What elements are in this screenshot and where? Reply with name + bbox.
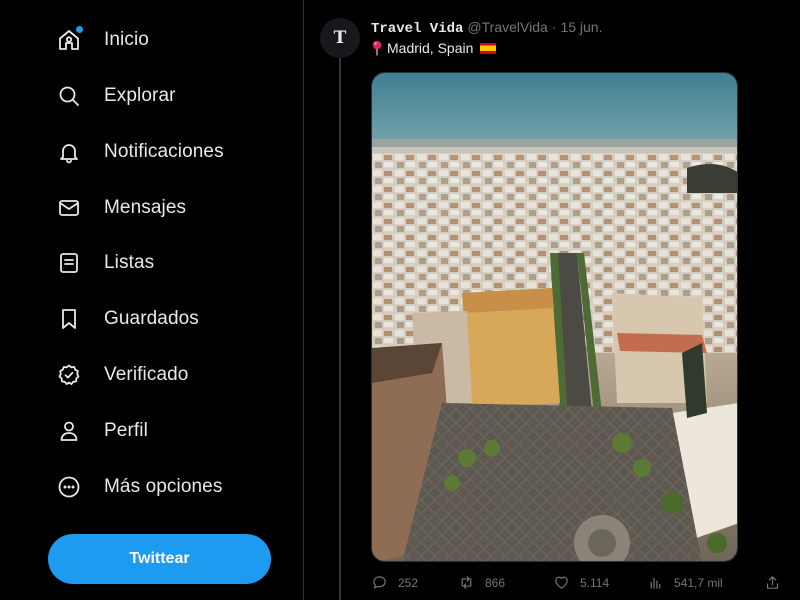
heart-icon: [555, 576, 568, 589]
bell-icon: [56, 139, 82, 165]
retweet-button[interactable]: 866: [458, 574, 505, 591]
envelope-icon: [56, 195, 82, 221]
aerial-city-photo[interactable]: [371, 72, 738, 562]
tweet-text: Madrid, Spain: [371, 40, 497, 56]
verified-icon: [56, 362, 82, 388]
sidebar-item-label: Guardados: [104, 308, 199, 329]
reply-icon: [373, 576, 386, 589]
sidebar-item-label: Más opciones: [104, 476, 223, 497]
person-icon: [56, 418, 82, 444]
sidebar-item-label: Notificaciones: [104, 141, 224, 162]
bookmark-icon: [56, 306, 82, 332]
tweet-text-content: Madrid, Spain: [387, 40, 474, 56]
sidebar-item-inicio[interactable]: Inicio: [56, 20, 149, 60]
pin-icon: [371, 40, 383, 56]
reply-count: 252: [398, 575, 419, 590]
bar-chart-icon: [650, 577, 661, 589]
sidebar-item-label: Inicio: [104, 29, 149, 50]
tweet[interactable]: T Travel Vida @TravelVida · 15 jun. Madr…: [305, 0, 800, 600]
sidebar-item-listas[interactable]: Listas: [56, 243, 154, 283]
thread-line: [339, 56, 341, 600]
share-icon: [766, 576, 779, 589]
avatar[interactable]: T: [320, 18, 360, 58]
retweet-icon: [461, 576, 472, 589]
search-icon: [56, 83, 82, 109]
spain-flag-icon: [480, 42, 497, 54]
views-button[interactable]: 541,7 mil: [647, 574, 723, 591]
home-icon: [56, 26, 83, 53]
notification-dot: [76, 26, 83, 33]
sidebar-item-label: Verificado: [104, 364, 189, 385]
sidebar-item-label: Explorar: [104, 85, 176, 106]
like-count: 5.114: [580, 575, 610, 590]
sidebar-item-mensajes[interactable]: Mensajes: [56, 188, 186, 228]
tweet-actions: 252 866 5.114 541,7 mil: [371, 574, 781, 594]
retweet-count: 866: [485, 575, 506, 590]
tweet-button[interactable]: Twittear: [48, 534, 271, 584]
sidebar-item-explorar[interactable]: Explorar: [56, 76, 176, 116]
sidebar-item-label: Listas: [104, 252, 155, 273]
sidebar-item-guardados[interactable]: Guardados: [56, 299, 199, 339]
tweet-header: Travel Vida @TravelVida · 15 jun.: [371, 19, 603, 37]
sidebar: Inicio Explorar Notificaciones Mensajes …: [0, 0, 304, 600]
separator: ·: [551, 19, 557, 35]
sidebar-item-perfil[interactable]: Perfil: [56, 411, 148, 451]
reply-button[interactable]: 252: [371, 574, 418, 591]
sidebar-item-notificaciones[interactable]: Notificaciones: [56, 132, 224, 172]
view-count: 541,7 mil: [674, 575, 723, 590]
more-circle-icon: [56, 474, 82, 500]
sidebar-item-label: Perfil: [104, 420, 148, 441]
user-handle[interactable]: @TravelVida: [467, 19, 547, 35]
sidebar-item-verificado[interactable]: Verificado: [56, 355, 188, 395]
sidebar-item-label: Mensajes: [104, 197, 187, 218]
sidebar-item-mas-opciones[interactable]: Más opciones: [56, 467, 222, 507]
tweet-date[interactable]: 15 jun.: [560, 19, 602, 35]
like-button[interactable]: 5.114: [553, 574, 609, 591]
list-icon: [56, 250, 82, 276]
display-name[interactable]: Travel Vida: [371, 21, 463, 37]
share-button[interactable]: [764, 574, 791, 591]
